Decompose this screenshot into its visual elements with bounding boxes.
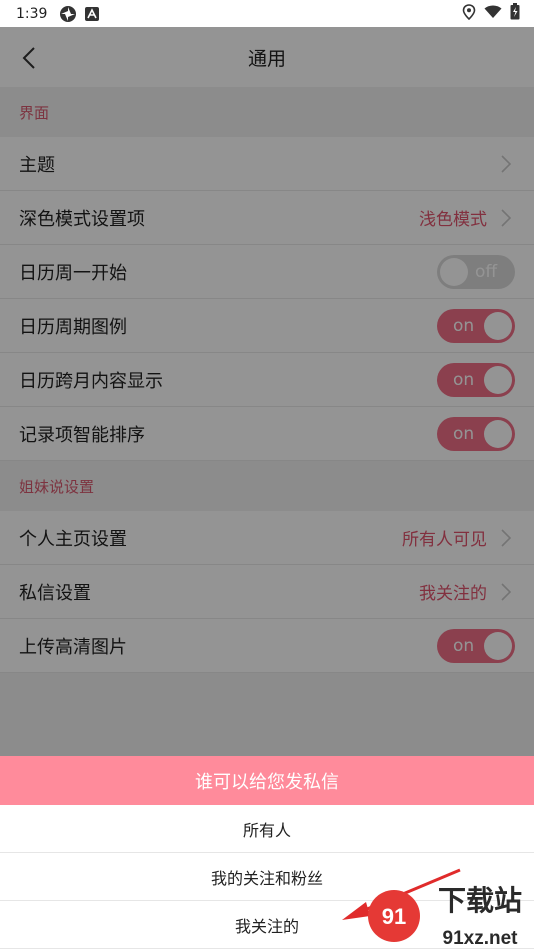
status-bar: 1:39 xyxy=(0,0,534,27)
watermark-text-top: 下载站 xyxy=(438,884,522,917)
battery-icon xyxy=(510,3,520,24)
watermark-text-bottom: 91xz.net xyxy=(443,928,519,949)
status-time: 1:39 xyxy=(16,5,48,22)
wifi-icon xyxy=(484,5,502,23)
pinwheel-icon xyxy=(59,5,77,23)
a-badge-icon xyxy=(85,6,100,21)
sheet-title: 谁可以给您发私信 xyxy=(0,756,534,805)
option-everyone[interactable]: 所有人 xyxy=(0,805,534,853)
location-icon xyxy=(462,3,476,24)
svg-text:91: 91 xyxy=(382,904,406,929)
watermark-logo: 91 下载站 91xz.net xyxy=(342,868,522,949)
